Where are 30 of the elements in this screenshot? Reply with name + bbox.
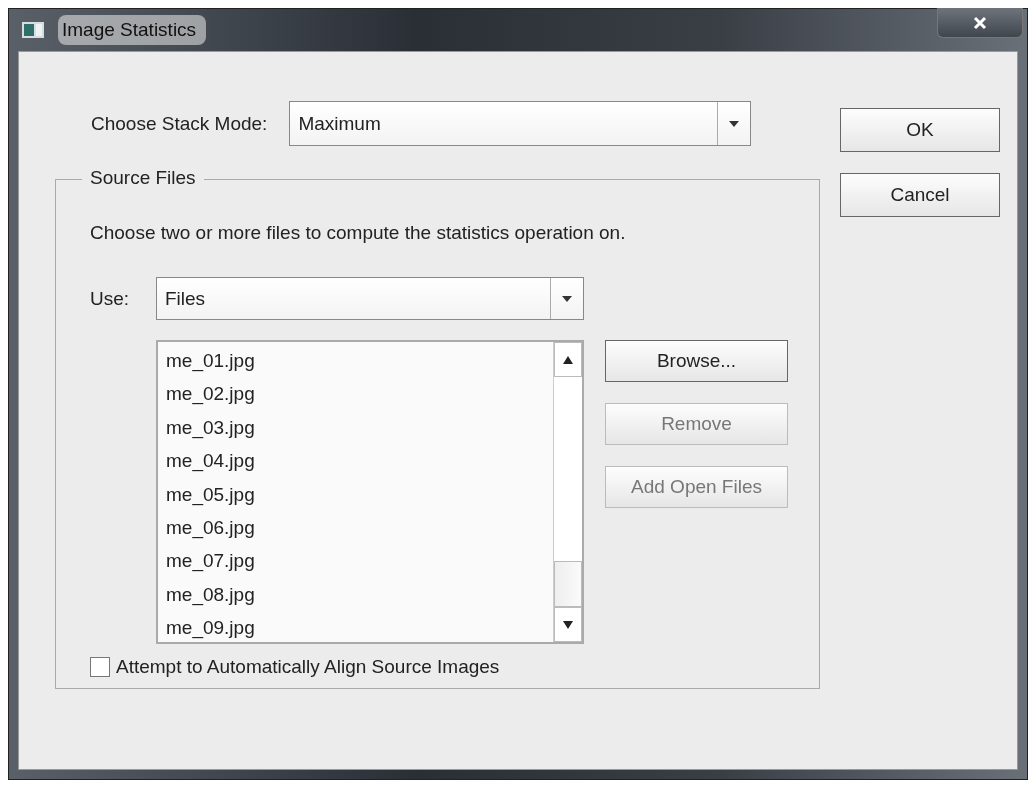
checkbox-label[interactable]: Attempt to Automatically Align Source Images bbox=[116, 656, 500, 678]
use-dropdown[interactable]: Files bbox=[156, 277, 584, 320]
file-list[interactable]: me_01.jpg me_02.jpg me_03.jpg me_04.jpg me_05.jpg me_06.jpg me_07.jpg me_08.jpg me_09.jpg bbox=[156, 340, 584, 644]
stack-mode-label: Choose Stack Mode: bbox=[91, 112, 268, 135]
file-list-item[interactable]: me_08.jpg bbox=[166, 577, 545, 612]
scroll-down-icon[interactable] bbox=[562, 619, 574, 630]
file-list-item[interactable]: me_09.jpg bbox=[166, 611, 545, 645]
app-icon bbox=[22, 22, 44, 38]
checkbox[interactable] bbox=[90, 657, 110, 677]
scroll-up-icon[interactable] bbox=[562, 354, 574, 365]
dialog-button[interactable]: OK bbox=[840, 108, 1000, 152]
file-list-item[interactable]: me_02.jpg bbox=[166, 377, 545, 411]
dialog-button[interactable]: Cancel bbox=[840, 173, 1000, 217]
file-list-item[interactable]: me_04.jpg bbox=[166, 444, 545, 478]
scroll-thumb[interactable] bbox=[554, 561, 582, 607]
file-list-item[interactable]: me_07.jpg bbox=[166, 544, 545, 578]
dropdown-arrow-icon bbox=[561, 294, 573, 303]
use-label: Use: bbox=[90, 287, 131, 310]
description-text: Choose two or more files to compute the statistics operation on. bbox=[90, 221, 627, 245]
scrollbar[interactable] bbox=[553, 342, 582, 642]
file-list-item[interactable]: me_06.jpg bbox=[166, 510, 545, 545]
file-list-item[interactable]: me_03.jpg bbox=[166, 410, 545, 445]
close-button[interactable] bbox=[937, 8, 1023, 38]
window-title: Image Statistics bbox=[58, 15, 207, 45]
close-icon bbox=[973, 15, 987, 30]
stack-mode-dropdown[interactable]: Maximum bbox=[289, 101, 752, 146]
dialog-button[interactable]: Browse... bbox=[605, 340, 788, 382]
file-list-item[interactable]: me_01.jpg bbox=[166, 344, 545, 378]
file-list-item[interactable]: me_05.jpg bbox=[166, 477, 545, 511]
dropdown-arrow-icon bbox=[728, 119, 741, 128]
